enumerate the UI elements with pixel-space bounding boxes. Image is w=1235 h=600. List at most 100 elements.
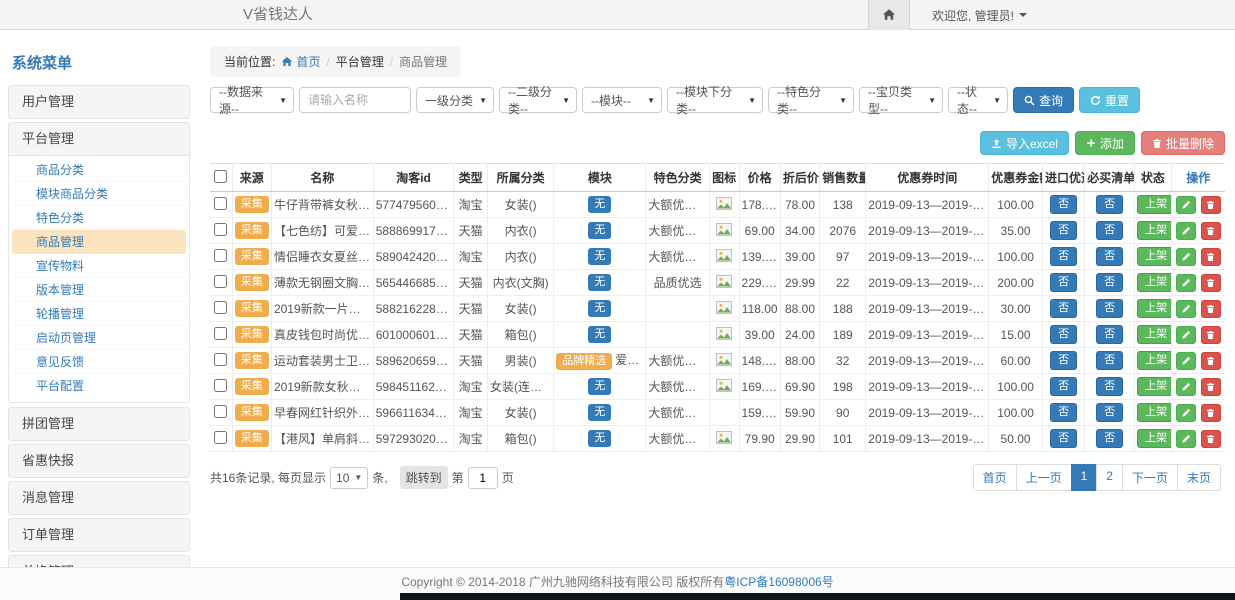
row-checkbox[interactable] <box>214 275 227 288</box>
row-checkbox[interactable] <box>214 327 227 340</box>
status-toggle[interactable]: 上架 <box>1137 377 1171 396</box>
delete-button[interactable] <box>1201 274 1221 292</box>
must-buy-toggle[interactable]: 否 <box>1096 403 1123 422</box>
must-buy-toggle[interactable]: 否 <box>1096 221 1123 240</box>
status-toggle[interactable]: 上架 <box>1137 403 1171 422</box>
delete-button[interactable] <box>1201 378 1221 396</box>
search-button[interactable]: 查询 <box>1013 87 1074 113</box>
import-select-toggle[interactable]: 否 <box>1050 221 1077 240</box>
delete-button[interactable] <box>1201 300 1221 318</box>
reset-button[interactable]: 重置 <box>1079 87 1140 113</box>
delete-button[interactable] <box>1201 326 1221 344</box>
row-checkbox[interactable] <box>214 379 227 392</box>
status-toggle[interactable]: 上架 <box>1137 221 1171 240</box>
import-select-toggle[interactable]: 否 <box>1050 195 1077 214</box>
sidebar-subitem[interactable]: 宣传物料 <box>12 254 186 278</box>
sidebar-subitem[interactable]: 商品分类 <box>12 158 186 182</box>
pagination-button[interactable]: 上一页 <box>1016 464 1072 491</box>
module-sub-select[interactable]: --模块下分类--▼ <box>667 87 763 113</box>
sidebar-group[interactable]: 拼团管理 <box>8 407 190 441</box>
delete-button[interactable] <box>1201 222 1221 240</box>
delete-button[interactable] <box>1201 352 1221 370</box>
item-type-select[interactable]: --宝贝类型--▼ <box>859 87 943 113</box>
sidebar-group[interactable]: 省惠快报 <box>8 444 190 478</box>
delete-button[interactable] <box>1201 404 1221 422</box>
edit-button[interactable] <box>1176 404 1196 422</box>
pagination-button[interactable]: 下一页 <box>1122 464 1178 491</box>
status-toggle[interactable]: 上架 <box>1137 273 1171 292</box>
sidebar-subitem[interactable]: 特色分类 <box>12 206 186 230</box>
data-source-select[interactable]: --数据来源--▼ <box>210 87 294 113</box>
delete-button[interactable] <box>1201 248 1221 266</box>
batch-delete-button[interactable]: 批量删除 <box>1141 131 1225 155</box>
status-select[interactable]: --状态--▼ <box>948 87 1008 113</box>
edit-button[interactable] <box>1176 430 1196 448</box>
goto-page-input[interactable] <box>468 467 498 489</box>
row-checkbox[interactable] <box>214 223 227 236</box>
level2-category-select[interactable]: --二级分类--▼ <box>499 87 577 113</box>
edit-button[interactable] <box>1176 274 1196 292</box>
row-checkbox[interactable] <box>214 405 227 418</box>
per-page-select[interactable]: 10 ▼ <box>330 467 368 489</box>
sidebar-group-user[interactable]: 用户管理 <box>8 85 190 119</box>
edit-button[interactable] <box>1176 300 1196 318</box>
row-checkbox[interactable] <box>214 197 227 210</box>
status-toggle[interactable]: 上架 <box>1137 325 1171 344</box>
status-toggle[interactable]: 上架 <box>1137 195 1171 214</box>
add-button[interactable]: 添加 <box>1075 131 1135 155</box>
status-toggle[interactable]: 上架 <box>1137 429 1171 448</box>
import-select-toggle[interactable]: 否 <box>1050 325 1077 344</box>
feature-category-select[interactable]: --特色分类--▼ <box>768 87 854 113</box>
pagination-button[interactable]: 1 <box>1071 464 1098 491</box>
sidebar-group-platform[interactable]: 平台管理 <box>8 122 190 156</box>
module-select[interactable]: --模块--▼ <box>582 87 662 113</box>
sidebar-subitem[interactable]: 版本管理 <box>12 278 186 302</box>
must-buy-toggle[interactable]: 否 <box>1096 325 1123 344</box>
import-select-toggle[interactable]: 否 <box>1050 247 1077 266</box>
status-toggle[interactable]: 上架 <box>1137 351 1171 370</box>
pagination-button[interactable]: 首页 <box>973 464 1017 491</box>
import-select-toggle[interactable]: 否 <box>1050 351 1077 370</box>
import-select-toggle[interactable]: 否 <box>1050 429 1077 448</box>
user-menu[interactable]: 欢迎您, 管理员! <box>910 0 1027 30</box>
edit-button[interactable] <box>1176 326 1196 344</box>
status-toggle[interactable]: 上架 <box>1137 247 1171 266</box>
icp-link[interactable]: 粤ICP备16098006号 <box>724 575 833 589</box>
jump-button[interactable]: 跳转到 <box>400 466 448 489</box>
sidebar-group[interactable]: 消息管理 <box>8 481 190 515</box>
must-buy-toggle[interactable]: 否 <box>1096 377 1123 396</box>
sidebar-group[interactable]: 订单管理 <box>8 518 190 552</box>
row-checkbox[interactable] <box>214 301 227 314</box>
pagination-button[interactable]: 2 <box>1096 464 1123 491</box>
import-select-toggle[interactable]: 否 <box>1050 299 1077 318</box>
import-select-toggle[interactable]: 否 <box>1050 377 1077 396</box>
import-select-toggle[interactable]: 否 <box>1050 403 1077 422</box>
sidebar-subitem[interactable]: 轮播管理 <box>12 302 186 326</box>
pagination-button[interactable]: 末页 <box>1177 464 1221 491</box>
must-buy-toggle[interactable]: 否 <box>1096 429 1123 448</box>
delete-button[interactable] <box>1201 430 1221 448</box>
must-buy-toggle[interactable]: 否 <box>1096 247 1123 266</box>
edit-button[interactable] <box>1176 248 1196 266</box>
sidebar-subitem[interactable]: 模块商品分类 <box>12 182 186 206</box>
sidebar-subitem[interactable]: 意见反馈 <box>12 350 186 374</box>
select-all-checkbox[interactable] <box>214 170 227 183</box>
status-toggle[interactable]: 上架 <box>1137 299 1171 318</box>
breadcrumb-section[interactable]: 平台管理 <box>336 53 384 70</box>
must-buy-toggle[interactable]: 否 <box>1096 195 1123 214</box>
sidebar-subitem[interactable]: 商品管理 <box>12 230 186 254</box>
level1-category-select[interactable]: 一级分类▼ <box>416 87 494 113</box>
import-select-toggle[interactable]: 否 <box>1050 273 1077 292</box>
breadcrumb-home-link[interactable]: 首页 <box>281 53 320 70</box>
edit-button[interactable] <box>1176 196 1196 214</box>
row-checkbox[interactable] <box>214 431 227 444</box>
edit-button[interactable] <box>1176 222 1196 240</box>
delete-button[interactable] <box>1201 196 1221 214</box>
must-buy-toggle[interactable]: 否 <box>1096 273 1123 292</box>
row-checkbox[interactable] <box>214 353 227 366</box>
row-checkbox[interactable] <box>214 249 227 262</box>
edit-button[interactable] <box>1176 352 1196 370</box>
import-excel-button[interactable]: 导入excel <box>980 131 1069 155</box>
sidebar-subitem[interactable]: 启动页管理 <box>12 326 186 350</box>
edit-button[interactable] <box>1176 378 1196 396</box>
